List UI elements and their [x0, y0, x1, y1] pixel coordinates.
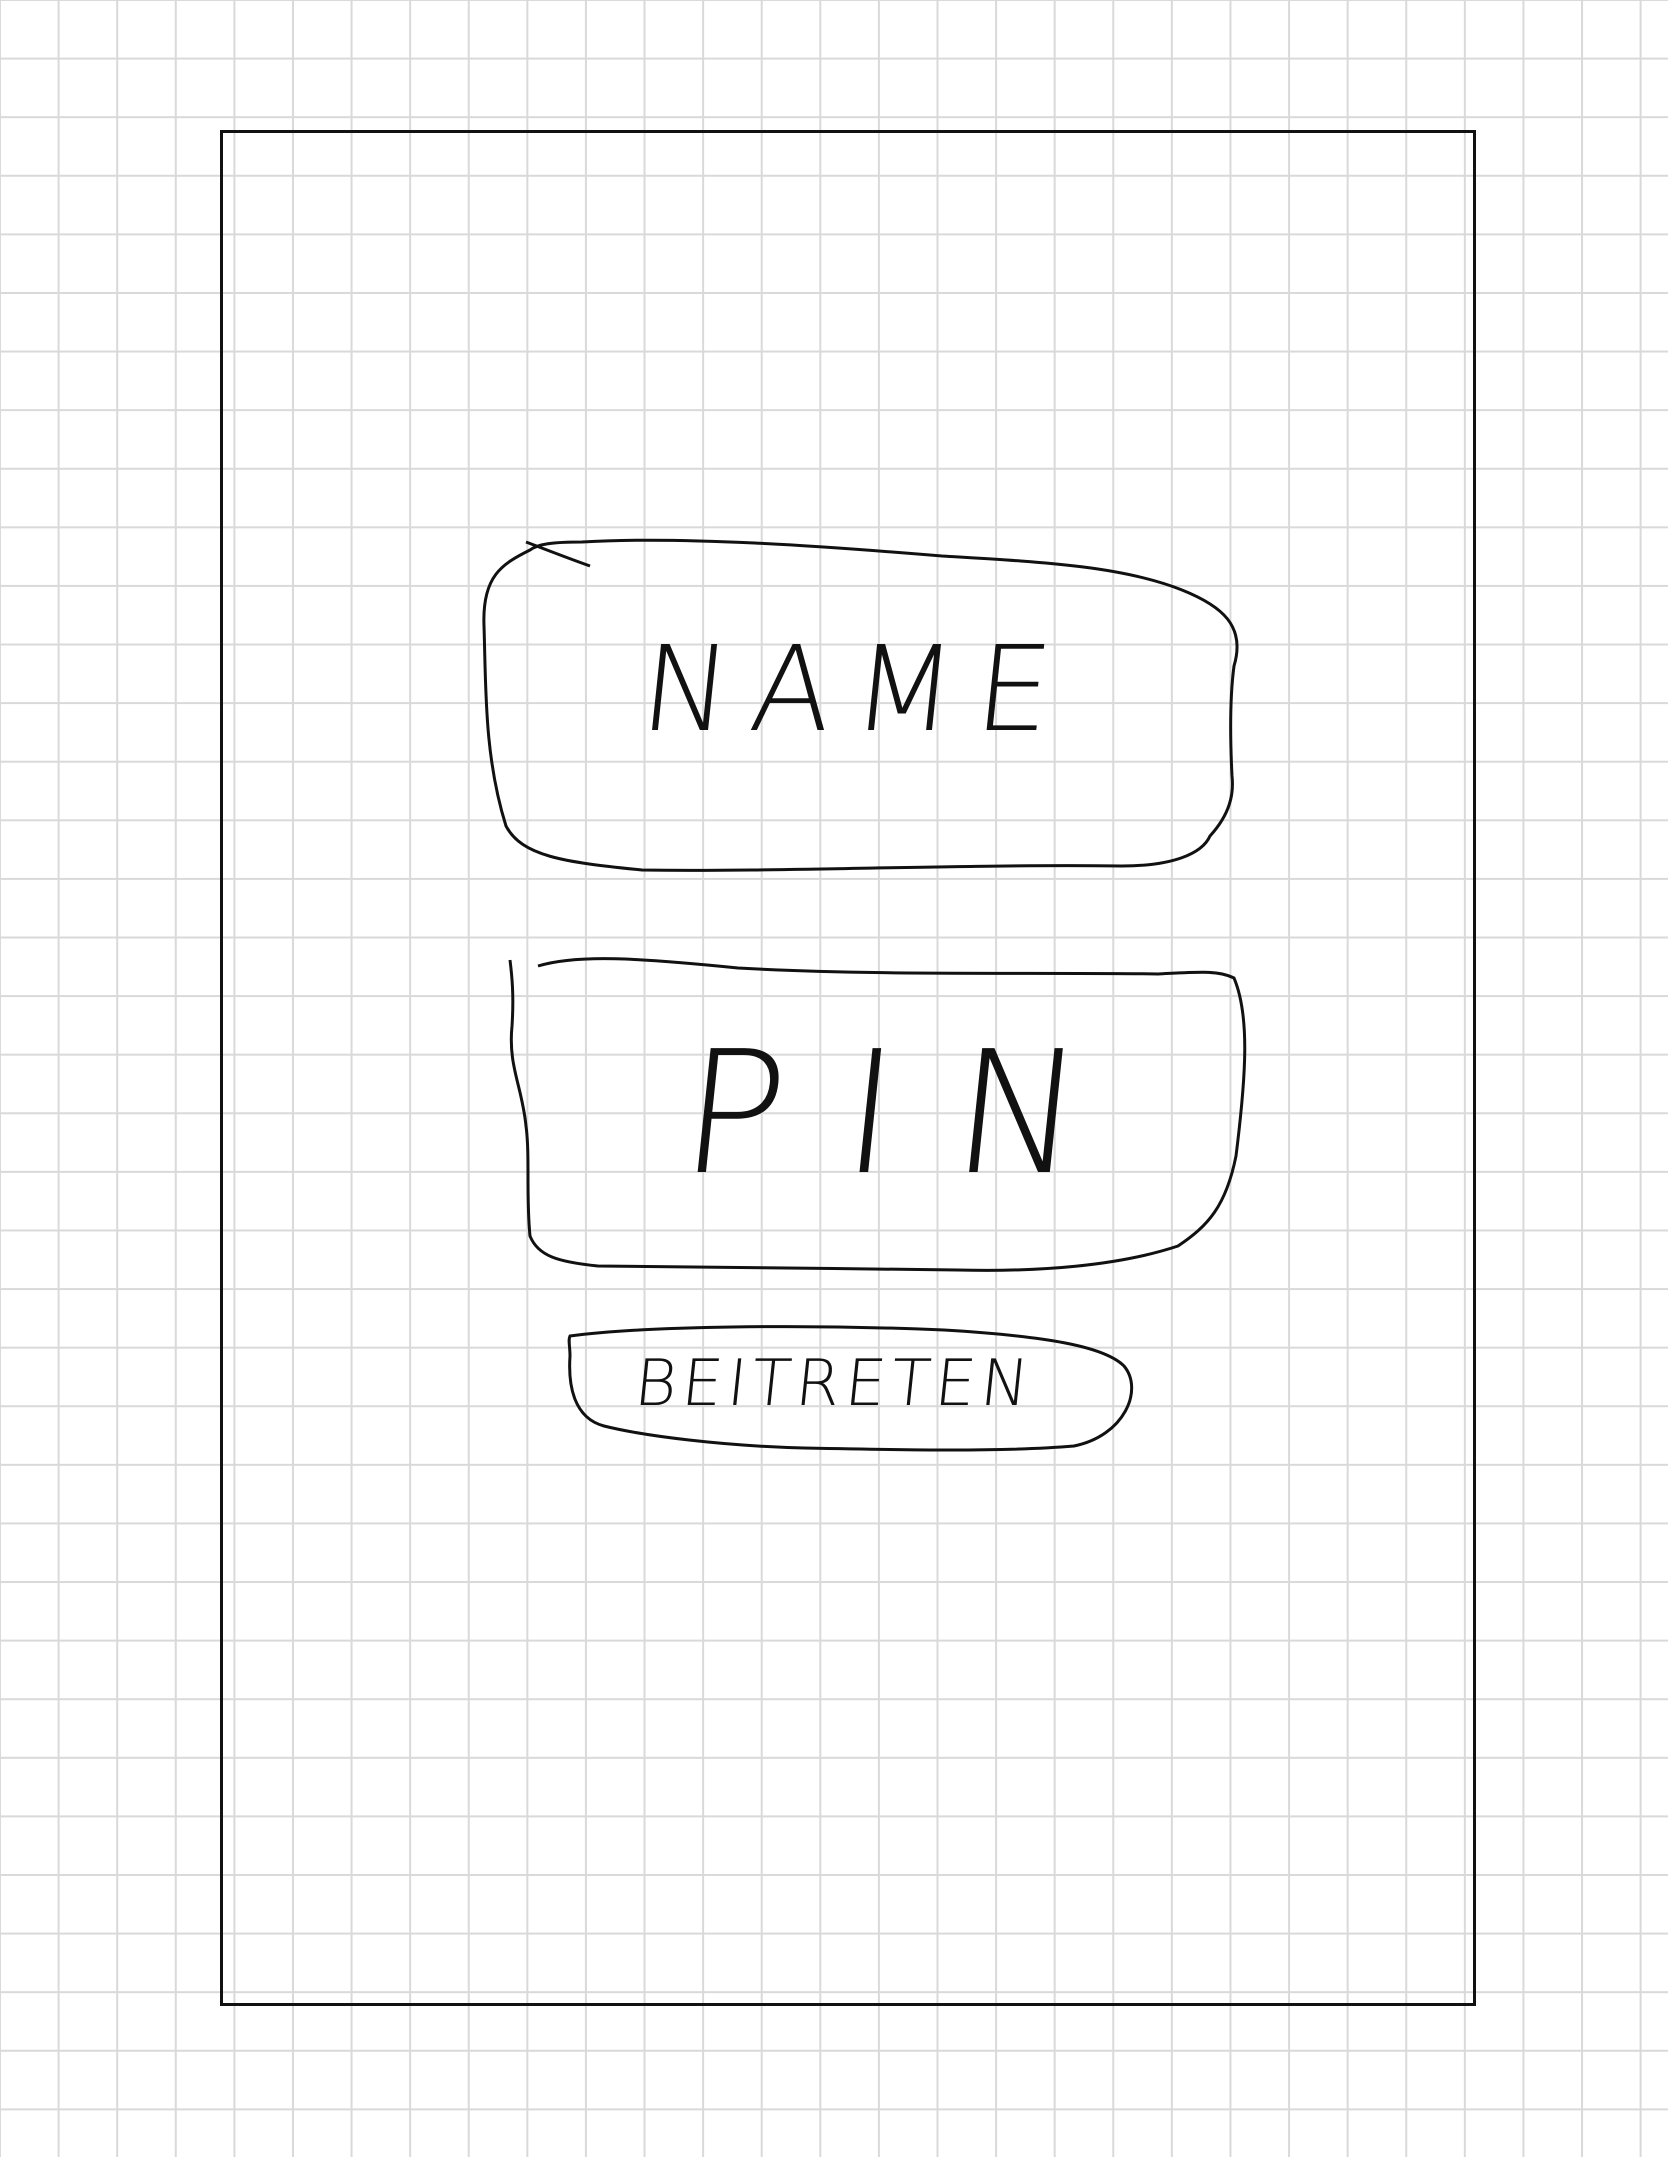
pin-input[interactable]: PIN [508, 956, 1247, 1272]
name-input[interactable]: NAME [482, 536, 1242, 872]
pin-input-placeholder: PIN [672, 1015, 1152, 1213]
name-input-placeholder: NAME [634, 620, 1080, 758]
join-button-label: BEITRETEN [630, 1347, 1038, 1421]
join-button[interactable]: BEITRETEN [564, 1325, 1134, 1456]
